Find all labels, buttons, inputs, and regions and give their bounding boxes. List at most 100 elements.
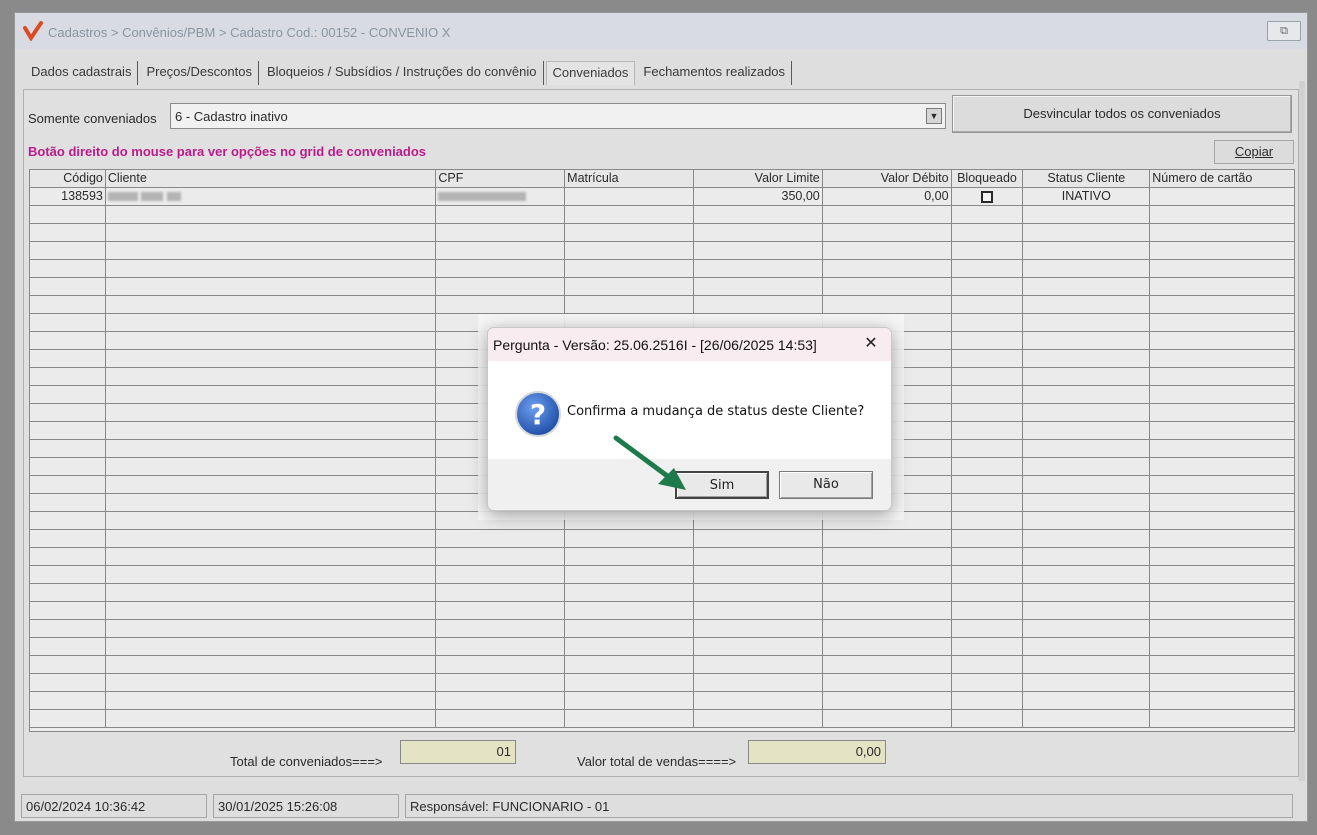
grid-cell[interactable] xyxy=(822,566,952,584)
grid-cell[interactable] xyxy=(436,530,566,548)
cell-valor-debito[interactable]: 0,00 xyxy=(822,188,952,206)
grid-cell[interactable] xyxy=(30,710,106,728)
copy-button[interactable]: Copiar xyxy=(1214,140,1294,164)
grid-cell[interactable] xyxy=(1023,602,1151,620)
grid-cell[interactable] xyxy=(30,404,106,422)
grid-cell[interactable] xyxy=(30,512,106,530)
grid-cell[interactable] xyxy=(1150,476,1294,494)
grid-cell[interactable] xyxy=(30,674,106,692)
grid-cell[interactable] xyxy=(565,260,694,278)
grid-cell[interactable] xyxy=(1150,494,1294,512)
table-row[interactable] xyxy=(30,674,1294,692)
grid-cell[interactable] xyxy=(1023,404,1151,422)
grid-cell[interactable] xyxy=(822,296,952,314)
grid-cell[interactable] xyxy=(1023,566,1151,584)
grid-cell[interactable] xyxy=(30,440,106,458)
grid-cell[interactable] xyxy=(693,206,823,224)
grid-cell[interactable] xyxy=(105,620,437,638)
grid-cell[interactable] xyxy=(105,638,437,656)
grid-cell[interactable] xyxy=(822,206,952,224)
grid-cell[interactable] xyxy=(693,620,823,638)
grid-cell[interactable] xyxy=(565,278,694,296)
grid-cell[interactable] xyxy=(1023,260,1151,278)
grid-cell[interactable] xyxy=(951,422,1024,440)
grid-cell[interactable] xyxy=(951,332,1024,350)
grid-cell[interactable] xyxy=(693,602,823,620)
grid-cell[interactable] xyxy=(105,314,437,332)
grid-cell[interactable] xyxy=(693,242,823,260)
table-row[interactable] xyxy=(30,206,1294,224)
grid-cell[interactable] xyxy=(1023,692,1151,710)
grid-cell[interactable] xyxy=(822,710,952,728)
grid-cell[interactable] xyxy=(1023,512,1151,530)
grid-cell[interactable] xyxy=(1023,674,1151,692)
grid-cell[interactable] xyxy=(693,278,823,296)
grid-cell[interactable] xyxy=(951,494,1024,512)
grid-cell[interactable] xyxy=(30,332,106,350)
grid-cell[interactable] xyxy=(1150,638,1294,656)
grid-cell[interactable] xyxy=(822,692,952,710)
header-codigo[interactable]: Código xyxy=(30,170,106,188)
grid-cell[interactable] xyxy=(1150,656,1294,674)
grid-cell[interactable] xyxy=(1150,278,1294,296)
cell-bloqueado[interactable] xyxy=(951,188,1024,206)
grid-cell[interactable] xyxy=(822,656,952,674)
table-row[interactable] xyxy=(30,566,1294,584)
grid-cell[interactable] xyxy=(565,638,694,656)
grid-cell[interactable] xyxy=(1150,548,1294,566)
grid-cell[interactable] xyxy=(1023,350,1151,368)
header-cliente[interactable]: Cliente xyxy=(105,170,437,188)
tab-conveniados[interactable]: Conveniados xyxy=(545,61,636,85)
cell-numero-cartao[interactable] xyxy=(1150,188,1294,206)
grid-cell[interactable] xyxy=(822,224,952,242)
grid-cell[interactable] xyxy=(693,296,823,314)
grid-cell[interactable] xyxy=(1023,620,1151,638)
grid-cell[interactable] xyxy=(565,548,694,566)
header-status-cliente[interactable]: Status Cliente xyxy=(1023,170,1151,188)
grid-cell[interactable] xyxy=(30,530,106,548)
grid-cell[interactable] xyxy=(436,548,566,566)
tab-fechamentos[interactable]: Fechamentos realizados xyxy=(637,61,793,85)
grid-cell[interactable] xyxy=(30,602,106,620)
grid-cell[interactable] xyxy=(565,224,694,242)
grid-cell[interactable] xyxy=(951,296,1024,314)
grid-cell[interactable] xyxy=(1023,656,1151,674)
grid-cell[interactable] xyxy=(951,368,1024,386)
grid-cell[interactable] xyxy=(105,350,437,368)
grid-cell[interactable] xyxy=(105,440,437,458)
grid-cell[interactable] xyxy=(951,440,1024,458)
grid-cell[interactable] xyxy=(436,692,566,710)
grid-cell[interactable] xyxy=(951,566,1024,584)
tab-dados-cadastrais[interactable]: Dados cadastrais xyxy=(25,61,139,85)
window-scrollbar[interactable] xyxy=(1299,81,1305,781)
no-button[interactable]: Não xyxy=(779,471,873,499)
grid-cell[interactable] xyxy=(105,242,437,260)
grid-cell[interactable] xyxy=(1023,584,1151,602)
grid-cell[interactable] xyxy=(436,584,566,602)
tab-bloqueios[interactable]: Bloqueios / Subsídios / Instruções do co… xyxy=(261,61,544,85)
grid-cell[interactable] xyxy=(693,224,823,242)
grid-cell[interactable] xyxy=(436,638,566,656)
grid-cell[interactable] xyxy=(693,674,823,692)
grid-cell[interactable] xyxy=(951,656,1024,674)
grid-cell[interactable] xyxy=(822,242,952,260)
grid-cell[interactable] xyxy=(436,656,566,674)
grid-cell[interactable] xyxy=(951,224,1024,242)
grid-cell[interactable] xyxy=(565,566,694,584)
grid-cell[interactable] xyxy=(436,620,566,638)
grid-cell[interactable] xyxy=(1023,638,1151,656)
grid-cell[interactable] xyxy=(436,260,566,278)
grid-cell[interactable] xyxy=(1150,584,1294,602)
grid-cell[interactable] xyxy=(436,710,566,728)
grid-cell[interactable] xyxy=(951,620,1024,638)
grid-cell[interactable] xyxy=(1023,458,1151,476)
grid-cell[interactable] xyxy=(30,350,106,368)
grid-cell[interactable] xyxy=(951,314,1024,332)
table-row[interactable] xyxy=(30,530,1294,548)
grid-cell[interactable] xyxy=(105,296,437,314)
grid-cell[interactable] xyxy=(1150,224,1294,242)
grid-cell[interactable] xyxy=(1023,242,1151,260)
grid-cell[interactable] xyxy=(951,260,1024,278)
grid-cell[interactable] xyxy=(951,386,1024,404)
table-row[interactable] xyxy=(30,656,1294,674)
